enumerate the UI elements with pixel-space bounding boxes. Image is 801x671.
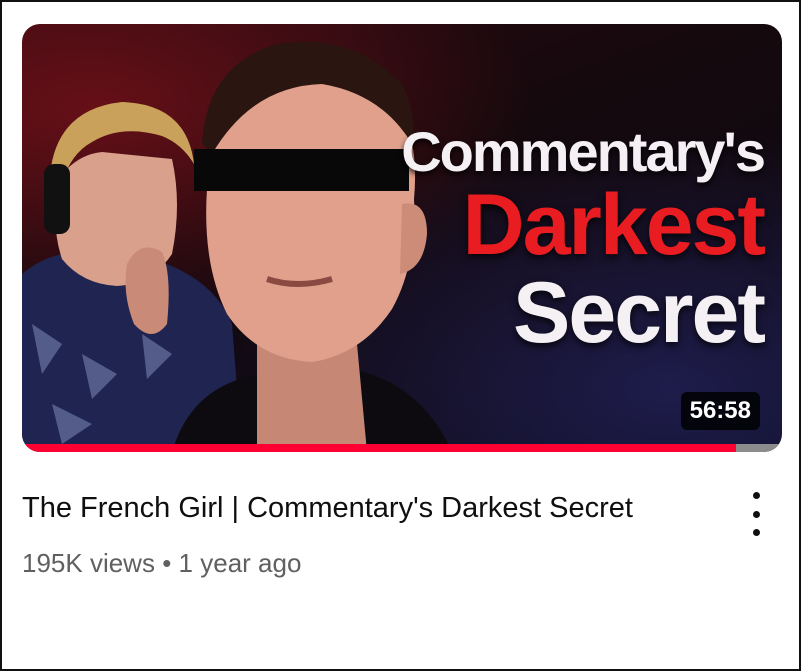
metadata-separator: •	[162, 548, 172, 578]
video-title[interactable]: The French Girl | Commentary's Darkest S…	[22, 486, 672, 530]
thumbnail-title-line-3: Secret	[513, 265, 766, 361]
watch-progress-bar	[22, 444, 782, 452]
more-vertical-icon[interactable]	[744, 492, 768, 536]
video-thumbnail[interactable]: Commentary's Darkest Secret 56:58	[22, 24, 782, 452]
page-frame: Commentary's Darkest Secret 56:58 The Fr…	[0, 0, 801, 671]
duration-badge: 56:58	[680, 392, 760, 430]
menu-dot	[752, 529, 760, 536]
view-count: 195K views	[22, 548, 155, 578]
menu-dot	[752, 510, 760, 518]
video-card[interactable]: Commentary's Darkest Secret 56:58 The Fr…	[22, 24, 782, 579]
upload-age: 1 year ago	[178, 548, 302, 578]
thumbnail-title-line-1: Commentary's	[401, 120, 766, 183]
menu-dot	[752, 492, 760, 499]
watch-progress-fill	[22, 444, 737, 452]
video-details: The French Girl | Commentary's Darkest S…	[22, 486, 782, 579]
video-metadata-line: 195K views • 1 year ago	[22, 548, 782, 579]
thumbnail-title-line-2: Darkest	[462, 177, 766, 273]
